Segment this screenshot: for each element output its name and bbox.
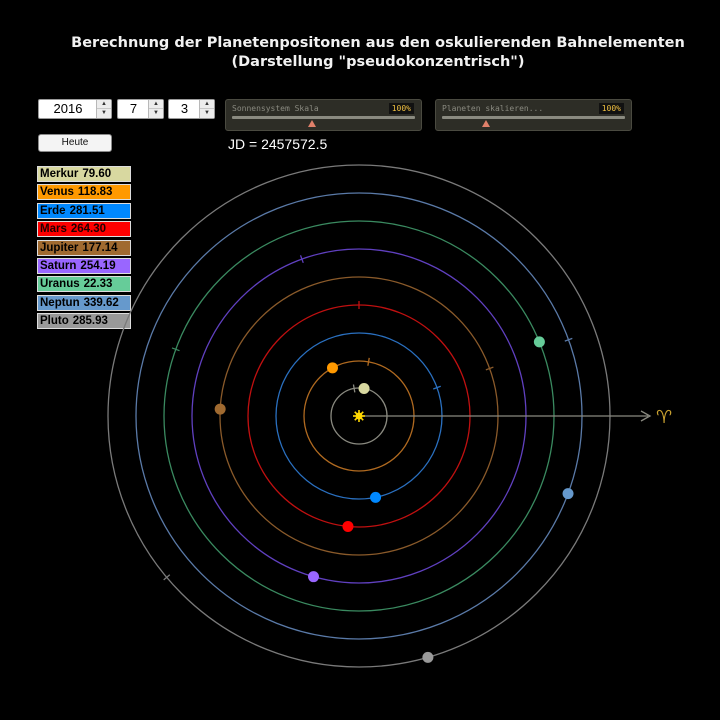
planet-mars [342, 520, 354, 532]
planet-pluto [422, 651, 434, 663]
planet-merkur [358, 382, 370, 394]
planet-erde [370, 491, 382, 503]
planet-venus [326, 362, 338, 374]
perihelion-tick-venus [367, 357, 370, 366]
sun-icon [353, 410, 365, 422]
perihelion-tick-merkur [352, 384, 356, 393]
planet-uranus [533, 336, 545, 348]
planet-neptun [562, 488, 574, 500]
aries-icon: ♈ [656, 407, 672, 428]
solar-system-diagram: ♈ [107, 164, 672, 668]
planet-saturn [308, 571, 320, 583]
planet-jupiter [214, 403, 226, 415]
